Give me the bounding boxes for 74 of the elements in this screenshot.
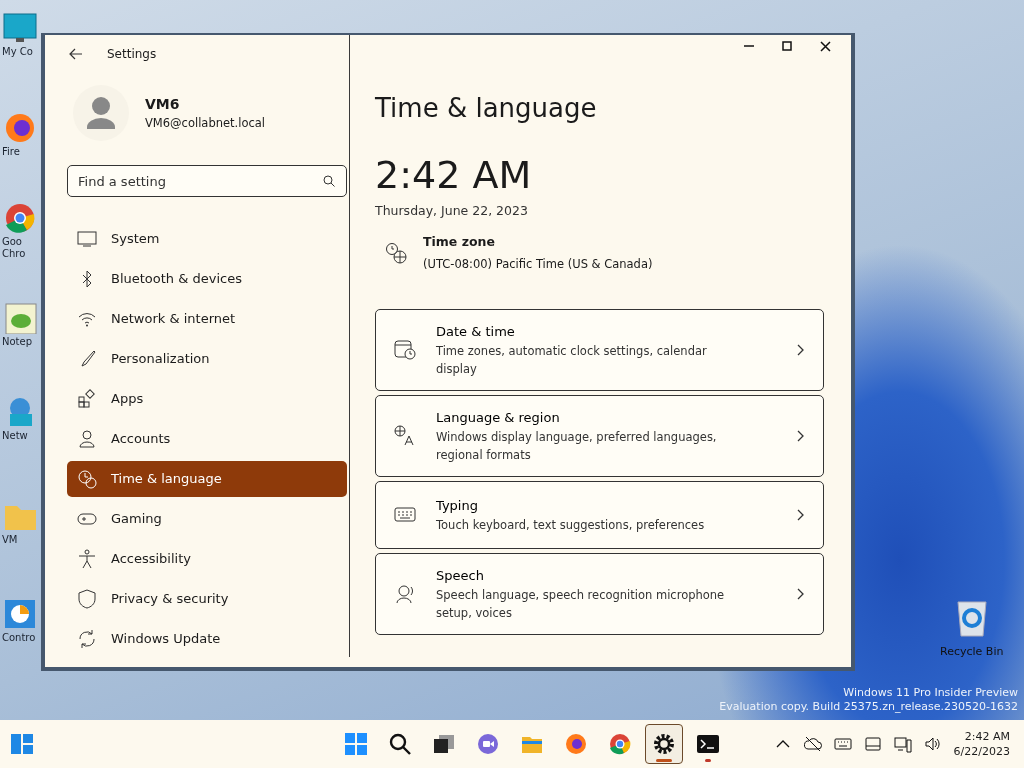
icon-label[interactable]: Contro bbox=[2, 632, 36, 644]
nav-item[interactable]: Accessibility bbox=[67, 541, 347, 577]
clock-time[interactable]: 2:42 AM bbox=[964, 729, 1010, 744]
speech-icon bbox=[394, 582, 416, 605]
language-icon bbox=[394, 424, 416, 447]
volume-icon[interactable] bbox=[923, 735, 942, 753]
search-field[interactable]: Find a setting bbox=[67, 165, 347, 197]
nav-item[interactable]: Personalization bbox=[67, 341, 347, 377]
settings-card[interactable]: Speech Speech language, speech recognition microphone setup, voices bbox=[375, 552, 824, 635]
maximize-icon[interactable] bbox=[782, 41, 792, 52]
tablet-icon[interactable] bbox=[863, 735, 882, 753]
search-icon bbox=[389, 733, 411, 755]
chevron-right-icon bbox=[797, 587, 805, 600]
recycle-bin-icon[interactable] bbox=[954, 598, 989, 638]
page-title: Time & language bbox=[375, 93, 598, 125]
icon-label[interactable]: VM bbox=[2, 534, 18, 546]
browser-icon bbox=[565, 733, 587, 755]
start-icon bbox=[345, 733, 367, 755]
date-text: Thursday, June 22, 2023 bbox=[375, 202, 528, 221]
cloud-off-icon[interactable] bbox=[803, 735, 822, 753]
nav-item[interactable]: Apps bbox=[67, 381, 347, 417]
nav-item[interactable]: Privacy & security bbox=[67, 581, 347, 617]
browser-icon bbox=[609, 733, 631, 755]
clock-globe-icon bbox=[385, 241, 407, 264]
accessibility-icon bbox=[77, 549, 97, 569]
widgets-icon[interactable] bbox=[10, 733, 34, 755]
calendar-clock-icon bbox=[394, 338, 416, 361]
icon-label[interactable]: Chro bbox=[2, 248, 26, 260]
chevron-right-icon bbox=[797, 429, 805, 442]
grid-icon bbox=[77, 389, 97, 409]
icon-label[interactable]: Fire bbox=[2, 146, 20, 158]
icon-label[interactable]: My Co bbox=[2, 46, 33, 58]
back-arrow-icon[interactable] bbox=[69, 48, 83, 60]
nav-item[interactable]: Gaming bbox=[67, 501, 347, 537]
shield-icon bbox=[77, 589, 97, 609]
window-title: Settings bbox=[107, 46, 157, 63]
time-zone-value: (UTC-08:00) Pacific Time (US & Canada) bbox=[423, 255, 653, 273]
terminal-icon bbox=[697, 733, 719, 755]
settings-card[interactable]: Date & time Time zones, automatic clock settings, calendar display bbox=[375, 308, 824, 391]
nav-item[interactable]: Network & internet bbox=[67, 301, 347, 337]
settings-card[interactable]: Typing Touch keyboard, text suggestions, preferences bbox=[375, 480, 824, 549]
icon-label[interactable]: Notep bbox=[2, 336, 33, 348]
nav-item[interactable]: Accounts bbox=[67, 421, 347, 457]
settings-card[interactable]: Language & region Windows display language, preferred languages, regional formats bbox=[375, 394, 824, 477]
taskbar-button[interactable] bbox=[645, 724, 683, 764]
nav-item[interactable]: Windows Update bbox=[67, 621, 347, 657]
icon-label[interactable]: Netw bbox=[2, 430, 28, 442]
control-panel-icon[interactable] bbox=[2, 598, 38, 630]
keyboard-icon[interactable] bbox=[833, 735, 852, 753]
sync-icon bbox=[77, 629, 97, 649]
watermark-text: Evaluation copy. Build 25375.zn_release.230520-1632 bbox=[719, 700, 1018, 714]
nav-item[interactable]: Time & language bbox=[67, 461, 347, 497]
chevron-right-icon bbox=[797, 343, 805, 356]
nav-item[interactable]: System bbox=[67, 221, 347, 257]
clock-globe-icon bbox=[77, 469, 97, 489]
gear-icon bbox=[653, 733, 675, 755]
close-icon[interactable] bbox=[820, 41, 831, 52]
chevron-right-icon bbox=[797, 508, 805, 521]
task-view-icon bbox=[433, 733, 455, 755]
search-icon bbox=[323, 175, 335, 187]
clock-date[interactable]: 6/22/2023 bbox=[953, 744, 1010, 759]
icon-label[interactable]: Goo bbox=[2, 236, 22, 248]
avatar-icon bbox=[73, 85, 129, 141]
account-email: VM6@collabnet.local bbox=[145, 114, 266, 132]
person-icon bbox=[77, 429, 97, 449]
watermark-text: Windows 11 Pro Insider Preview bbox=[843, 686, 1018, 700]
chat-icon bbox=[477, 733, 499, 755]
account-name: VM6 bbox=[145, 94, 181, 114]
time-zone-label: Time zone bbox=[423, 232, 496, 251]
network-icon[interactable] bbox=[893, 735, 912, 753]
monitor-icon[interactable] bbox=[2, 12, 38, 44]
nav-item[interactable]: Bluetooth & devices bbox=[67, 261, 347, 297]
clock-time: 2:42 AM bbox=[375, 156, 532, 195]
monitor-icon bbox=[77, 229, 97, 249]
